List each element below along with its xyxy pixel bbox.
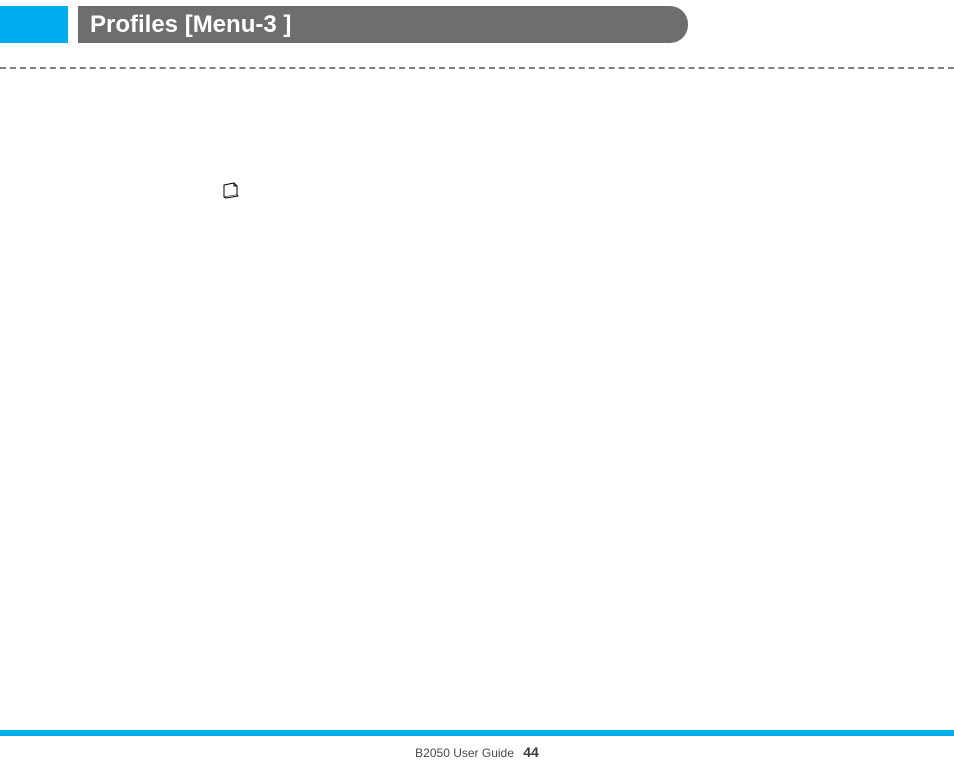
footer-page-number: 44: [523, 744, 539, 760]
footer-guide-label: B2050 User Guide: [415, 746, 514, 760]
footer-text: B2050 User Guide 44: [0, 744, 954, 760]
note-icon: [222, 181, 242, 199]
accent-block: [0, 6, 68, 43]
title-bar: Profiles [Menu-3 ]: [78, 6, 688, 43]
header-spacer: [68, 6, 78, 43]
page-title: Profiles [Menu-3 ]: [90, 11, 291, 39]
header-row: Profiles [Menu-3 ]: [0, 6, 954, 43]
content-area: [0, 69, 954, 669]
footer-accent-bar: [0, 730, 954, 736]
